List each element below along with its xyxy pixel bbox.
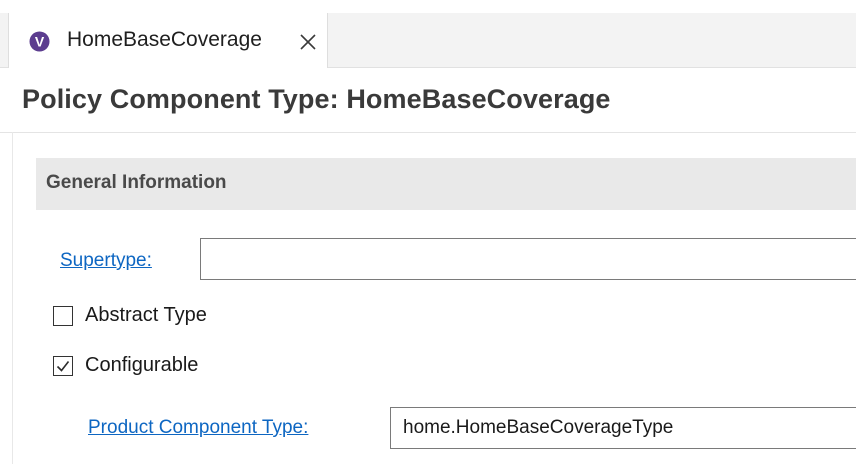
abstract-type-checkbox-row[interactable]: Abstract Type — [53, 304, 207, 327]
editor-header: Policy Component Type: HomeBaseCoverage — [0, 68, 856, 133]
section-header-general-information[interactable]: General Information — [36, 158, 856, 210]
v-circle-icon: V — [29, 31, 50, 52]
configurable-checkbox-row[interactable]: Configurable — [53, 354, 198, 377]
v-circle-icon-letter: V — [35, 34, 45, 50]
content-left-border — [12, 132, 13, 464]
section-title: General Information — [46, 172, 227, 193]
editor-tab-bar: V HomeBaseCoverage — [0, 13, 856, 68]
abstract-type-label: Abstract Type — [85, 304, 207, 326]
abstract-type-checkbox[interactable] — [53, 305, 73, 326]
page-title: Policy Component Type: HomeBaseCoverage — [22, 84, 611, 114]
supertype-input[interactable] — [200, 238, 856, 280]
editor-tab[interactable]: V HomeBaseCoverage — [8, 13, 328, 68]
configurable-checkbox[interactable] — [53, 355, 73, 376]
close-icon[interactable] — [297, 31, 319, 53]
configurable-label: Configurable — [85, 354, 199, 376]
tab-label: HomeBaseCoverage — [67, 28, 262, 51]
supertype-link[interactable]: Supertype: — [60, 250, 152, 272]
checkmark-icon — [56, 360, 70, 372]
product-component-type-link[interactable]: Product Component Type: — [88, 417, 308, 439]
top-strip — [0, 0, 856, 13]
product-component-type-input[interactable] — [390, 407, 856, 449]
editor-window: V HomeBaseCoverage Policy Component Type… — [0, 0, 856, 464]
